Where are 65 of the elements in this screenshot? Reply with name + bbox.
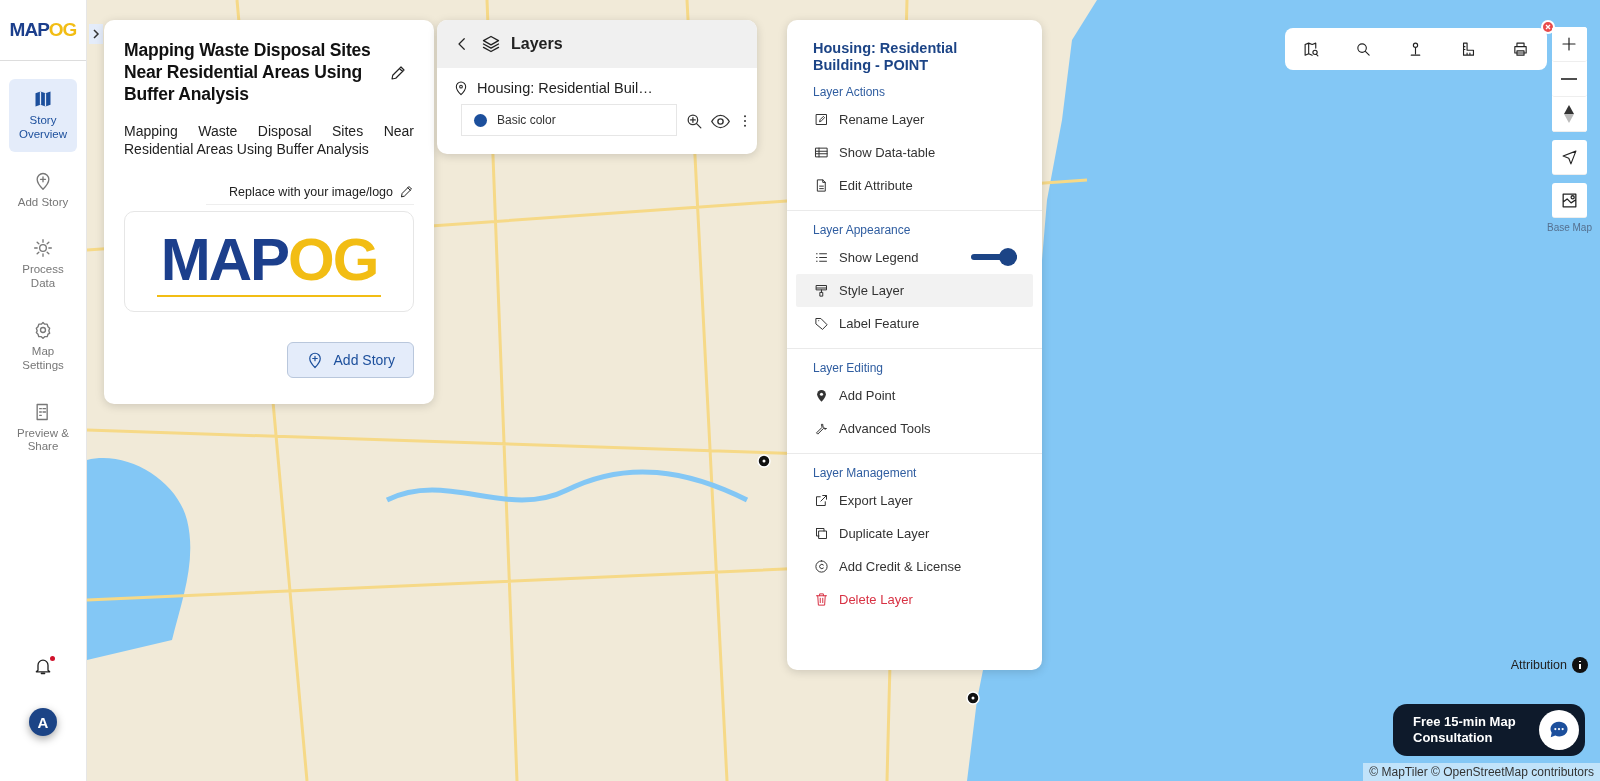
menu-item[interactable]: Advanced Tools — [796, 411, 1033, 445]
gear-icon — [33, 238, 53, 259]
layer-menu-title: Housing: Residential Building - POINT — [812, 40, 959, 75]
edit-icon — [814, 111, 829, 127]
navigation-arrow-icon — [1561, 148, 1578, 166]
print-icon — [1512, 40, 1530, 58]
document-icon — [814, 177, 829, 193]
add-story-button[interactable]: Add Story — [286, 342, 414, 378]
duplicate-icon — [814, 525, 829, 541]
pin-icon — [814, 387, 829, 403]
settings-icon — [33, 320, 53, 340]
location-pin-icon — [453, 80, 469, 96]
user-avatar[interactable]: A — [29, 708, 57, 736]
section-heading: Layer Management — [812, 464, 918, 482]
menu-item[interactable]: Show Legend — [796, 240, 1033, 274]
section-heading: Layer Appearance — [812, 221, 912, 239]
pencil-icon[interactable] — [399, 184, 414, 199]
menu-item[interactable]: Style Layer — [796, 273, 1033, 307]
sidebar-item[interactable]: Story Overview — [9, 79, 77, 152]
table-icon — [814, 144, 829, 160]
minus-icon — [1561, 78, 1578, 80]
map-search-icon — [1302, 40, 1320, 58]
menu-item[interactable]: Rename Layer — [796, 102, 1033, 136]
export-icon — [814, 492, 829, 508]
base-map-label: Base Map — [1546, 222, 1592, 233]
menu-item[interactable]: Delete Layer — [796, 582, 1033, 616]
menu-item[interactable]: Duplicate Layer — [796, 516, 1033, 550]
sidebar-item[interactable]: Map Settings — [9, 310, 77, 383]
info-icon[interactable] — [1572, 657, 1588, 673]
map-icon — [33, 89, 53, 109]
attribution-label[interactable]: Attribution — [1510, 658, 1567, 672]
paint-roller-icon — [814, 282, 829, 298]
base-map-button[interactable] — [1552, 183, 1587, 218]
menu-item[interactable]: Label Feature — [796, 306, 1033, 340]
sidebar-item[interactable]: Process Data — [9, 228, 77, 301]
layers-title: Layers — [511, 35, 563, 53]
mapog-logo: MAPOG — [156, 226, 382, 297]
map-point-marker[interactable] — [966, 691, 980, 705]
legend-toggle[interactable] — [971, 248, 1017, 267]
section-heading: Layer Actions — [812, 83, 887, 101]
map-point-marker[interactable] — [757, 454, 771, 468]
sidebar-item[interactable]: Preview & Share — [9, 391, 77, 465]
trash-icon — [814, 591, 829, 607]
image-hint[interactable]: Replace with your image/logo — [229, 184, 393, 199]
copyright-icon — [814, 558, 829, 574]
locate-button[interactable] — [1552, 140, 1587, 175]
tag-icon — [814, 315, 829, 331]
menu-item[interactable]: Add Credit & License — [796, 549, 1033, 583]
menu-item[interactable]: Show Data-table — [796, 135, 1033, 169]
section-heading: Layer Editing — [812, 359, 885, 377]
story-title: Mapping Waste Disposal Sites Near Residential Areas Using Buffer Analysis — [124, 40, 372, 106]
menu-item[interactable]: Add Point — [796, 378, 1033, 412]
sidebar-item[interactable]: Add Story — [9, 160, 77, 220]
mapog-logo: MAPOG — [0, 0, 86, 61]
story-description: Mapping Waste Disposal Sites Near Residential Areas Using Buffer Analysis — [124, 121, 414, 158]
close-icon — [1545, 24, 1551, 30]
menu-item[interactable]: Edit Attribute — [796, 168, 1033, 202]
consultation-button[interactable]: Free 15-min Map Consultation — [1393, 704, 1585, 756]
layers-icon — [481, 34, 501, 54]
search-icon — [1355, 40, 1373, 58]
legend-item: Basic color — [461, 104, 677, 136]
map-credits: © MapTiler © OpenStreetMap contributors — [1363, 763, 1600, 781]
layer-name[interactable]: Housing: Residential Buil… — [477, 80, 653, 96]
menu-item[interactable]: Export Layer — [796, 483, 1033, 517]
expand-chevron-icon[interactable] — [89, 24, 103, 44]
